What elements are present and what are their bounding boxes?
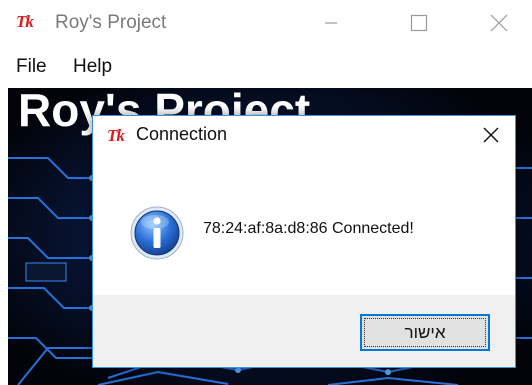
ok-button[interactable]: אישור [360, 314, 490, 351]
menu-help[interactable]: Help [73, 56, 112, 78]
minimize-icon [325, 22, 337, 24]
maximize-button[interactable] [396, 0, 442, 46]
main-window: Tk Roy's Project File Help Roy's Project… [0, 0, 532, 385]
window-titlebar[interactable]: Tk Roy's Project [0, 0, 532, 46]
dialog-body: 78:24:af:8a:d8:86 Connected! [93, 154, 515, 295]
window-close-button[interactable] [476, 0, 522, 46]
connection-dialog: Tk Connection 78:24:af:8a:d8:86 Connecte… [92, 115, 516, 368]
window-title: Roy's Project [55, 12, 167, 33]
dialog-title: Connection [136, 124, 228, 144]
menubar: File Help [0, 52, 532, 84]
focus-ring [364, 318, 486, 347]
info-icon [130, 206, 184, 260]
close-icon [490, 14, 508, 32]
tk-app-icon: Tk [16, 12, 34, 31]
minimize-button[interactable] [308, 0, 354, 46]
dialog-close-button[interactable] [468, 116, 514, 154]
dialog-footer: אישור [93, 295, 515, 367]
tk-dialog-icon: Tk [107, 126, 125, 145]
menu-file[interactable]: File [16, 56, 47, 78]
close-icon [483, 127, 499, 143]
dialog-message: 78:24:af:8a:d8:86 Connected! [203, 220, 414, 237]
dialog-titlebar[interactable]: Tk Connection [93, 116, 515, 154]
maximize-icon [410, 14, 428, 32]
